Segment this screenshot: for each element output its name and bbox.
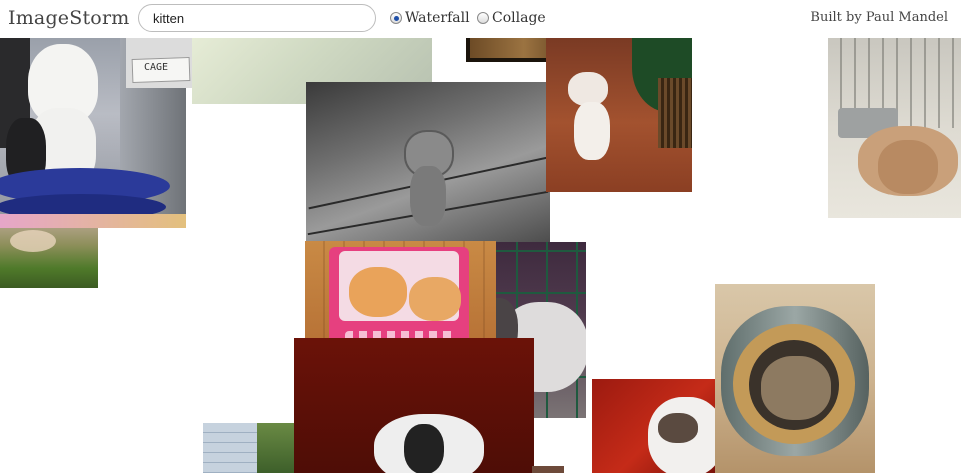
mode-waterfall-option[interactable]: Waterfall xyxy=(390,10,470,26)
waterfall-label[interactable]: Waterfall xyxy=(405,10,470,26)
credit: Built by Paul Mandel xyxy=(810,10,948,25)
collage-radio[interactable] xyxy=(477,12,489,24)
image-tile-grass[interactable] xyxy=(0,222,98,288)
image-tile-kitten-siding[interactable] xyxy=(203,423,294,473)
search-input[interactable] xyxy=(138,4,376,32)
image-tile-kitten-plant[interactable] xyxy=(546,38,692,192)
app-title[interactable]: ImageStorm xyxy=(8,7,129,29)
image-tile-kitten-strip[interactable] xyxy=(532,466,564,473)
image-tile-kitten-tin-can[interactable] xyxy=(715,284,875,473)
collage-label[interactable]: Collage xyxy=(492,10,546,26)
credit-prefix: Built by xyxy=(810,10,862,25)
image-tile-kitten-bw-floor[interactable] xyxy=(306,82,550,246)
image-tile-kitten-cage-tabby[interactable] xyxy=(828,38,961,218)
author-link[interactable]: Paul Mandel xyxy=(866,10,948,25)
mode-collage-option[interactable]: Collage xyxy=(477,10,546,26)
image-tile-kitten-red-portrait[interactable] xyxy=(592,379,716,473)
image-tile-kitten-red-bg[interactable] xyxy=(294,338,534,473)
top-bar: ImageStorm Waterfall Collage Built by Pa… xyxy=(0,0,961,38)
cage-sign-text: CAGE xyxy=(144,62,169,73)
image-tile-kitten-cage[interactable]: CAGE xyxy=(126,38,192,88)
waterfall-radio[interactable] xyxy=(390,12,402,24)
